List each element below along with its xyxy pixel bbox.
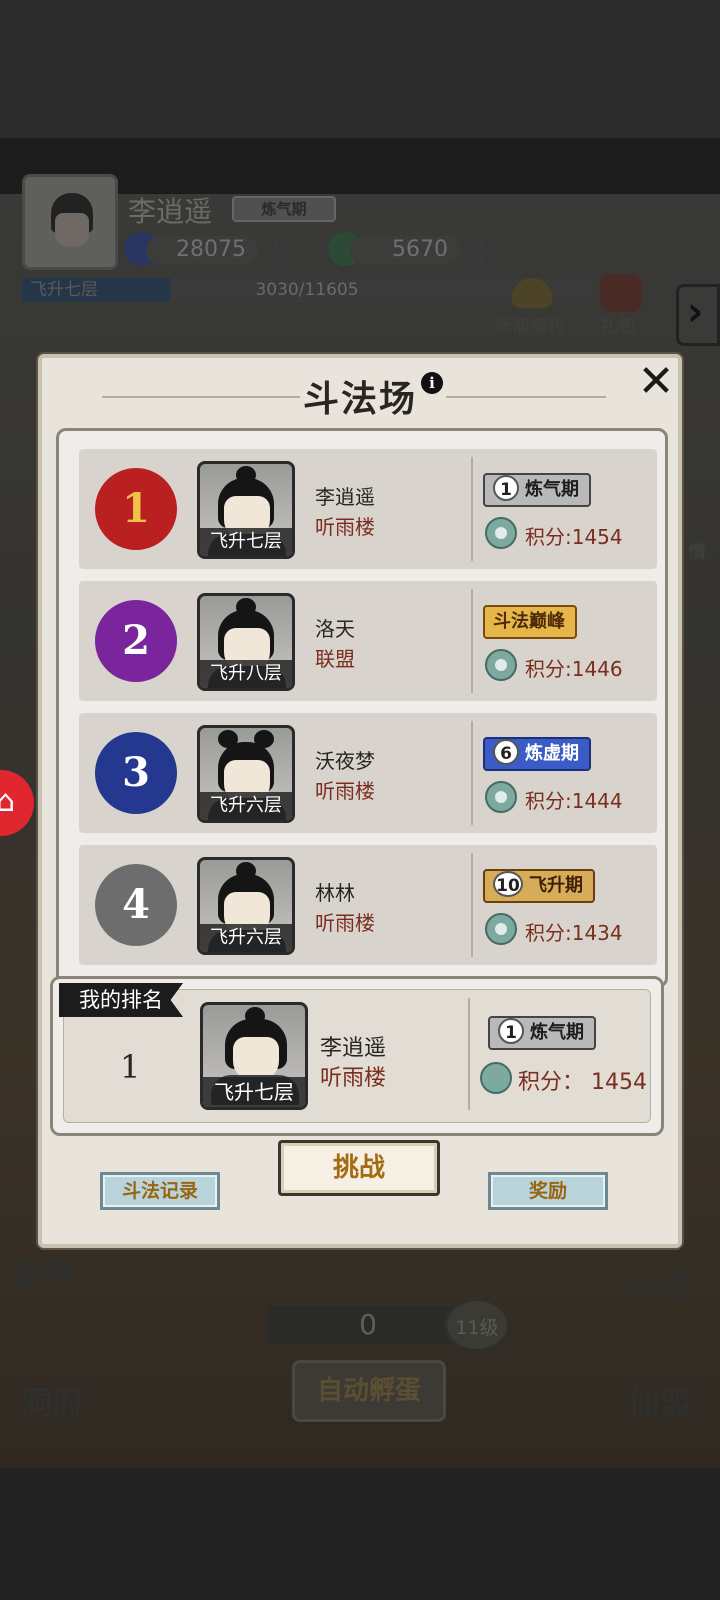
- my-avatar-layer: 飞升七层: [203, 1077, 305, 1107]
- player-name: 洛天: [315, 617, 355, 641]
- player-name: 李逍遥: [128, 195, 213, 228]
- player-name: 林林: [315, 881, 355, 905]
- guild-name: 听雨楼: [315, 515, 375, 539]
- cave-label[interactable]: 洞府: [20, 1378, 84, 1424]
- player-avatar[interactable]: [22, 174, 118, 270]
- guild-name: 听雨楼: [315, 911, 375, 935]
- player-name: 沃夜梦: [315, 749, 375, 773]
- auto-hatch-button[interactable]: 自动孵蛋: [292, 1360, 446, 1422]
- dialog-title: 斗法场: [302, 379, 417, 420]
- score: 积分:1434: [525, 921, 623, 945]
- challenge-button[interactable]: 挑战: [278, 1140, 440, 1196]
- my-avatar[interactable]: 飞升七层: [200, 1002, 308, 1110]
- score-icon: [485, 781, 517, 813]
- gem-count: 28075: [146, 236, 258, 264]
- my-name: 李逍遥: [320, 1036, 387, 1061]
- score: 积分:1444: [525, 789, 623, 813]
- secret-realm-label[interactable]: 秘境: [12, 1248, 76, 1294]
- avatar-layer: 飞升七层: [200, 528, 292, 556]
- newbie-gift-label: 新服福利: [496, 317, 564, 337]
- home-icon: ⌂: [0, 784, 16, 819]
- alliance-label[interactable]: 仙盟: [628, 1378, 692, 1424]
- my-row-divider: [468, 998, 470, 1110]
- gift-bag-icon: [600, 274, 642, 312]
- gift-pack-button[interactable]: 礼包: [592, 272, 652, 337]
- my-score: 积分： 1454: [518, 1070, 647, 1095]
- guild-name: 听雨楼: [315, 779, 375, 803]
- my-realm-level: 1: [498, 1018, 524, 1044]
- guild-name: 联盟: [315, 647, 355, 671]
- avatar[interactable]: 飞升六层: [197, 857, 295, 955]
- avatar-layer: 飞升六层: [200, 792, 292, 820]
- egg-counter: 0: [268, 1306, 468, 1344]
- row-divider: [471, 457, 473, 561]
- chat-side-label[interactable]: 情: [688, 538, 706, 564]
- newbie-gift-button[interactable]: 新服福利: [496, 276, 566, 337]
- status-area: [0, 0, 720, 138]
- realm-label: 炼虚期: [525, 743, 579, 764]
- realm-label: 飞升期: [529, 875, 583, 896]
- my-rank-number: 1: [120, 1048, 141, 1086]
- rank-badge: 2: [95, 600, 177, 682]
- my-score-icon: [480, 1062, 512, 1094]
- avatar-layer: 飞升六层: [200, 924, 292, 952]
- egg-level-badge: 11级: [444, 1298, 510, 1352]
- score: 积分:1454: [525, 525, 623, 549]
- realm-level: 6: [493, 739, 519, 765]
- realm-badge: 6 炼虚期: [483, 737, 591, 773]
- avatar[interactable]: 飞升七层: [197, 461, 295, 559]
- dialog-header: 斗法场 i ✕: [42, 358, 678, 422]
- player-realm-label: 炼气期: [261, 200, 307, 218]
- player-name: 李逍遥: [315, 485, 375, 509]
- rank-badge: 3: [95, 732, 177, 814]
- arena-dialog: 斗法场 i ✕ 1 飞升七层 李逍遥 听雨楼 1 炼气期 积分:1454 2 飞…: [38, 354, 682, 1248]
- my-guild: 听雨楼: [320, 1066, 387, 1091]
- row-divider: [471, 721, 473, 825]
- realm-badge: 斗法巅峰: [483, 605, 577, 641]
- rank-badge: 1: [95, 468, 177, 550]
- add-jade-button[interactable]: +: [466, 230, 496, 271]
- jade-count: 5670: [350, 236, 460, 264]
- duel-records-button[interactable]: 斗法记录: [100, 1172, 220, 1210]
- score-icon: [485, 649, 517, 681]
- ranking-row[interactable]: 4 飞升六层 林林 听雨楼 10 飞升期 积分:1434: [79, 845, 657, 965]
- player-realm-badge: 炼气期: [232, 196, 336, 222]
- close-button[interactable]: ✕: [634, 360, 678, 404]
- score-icon: [485, 913, 517, 945]
- realm-level: 10: [493, 871, 523, 897]
- realm-label: 炼气期: [525, 479, 579, 500]
- my-ranking-panel: 1 飞升七层 李逍遥 听雨楼 1 炼气期 积分： 1454 我的排名: [50, 976, 664, 1136]
- ranking-row[interactable]: 2 飞升八层 洛天 联盟 斗法巅峰 积分:1446: [79, 581, 657, 701]
- realm-level: 1: [493, 475, 519, 501]
- ranking-row[interactable]: 3 飞升六层 沃夜梦 听雨楼 6 炼虚期 积分:1444: [79, 713, 657, 833]
- my-realm-badge: 1 炼气期: [488, 1016, 596, 1050]
- my-ranking-label: 我的排名: [59, 983, 183, 1017]
- rewards-button[interactable]: 奖励: [488, 1172, 608, 1210]
- score: 积分:1446: [525, 657, 623, 681]
- avatar-layer: 飞升八层: [200, 660, 292, 688]
- realm-badge: 10 飞升期: [483, 869, 595, 905]
- row-divider: [471, 589, 473, 693]
- gift-pack-label: 礼包: [600, 316, 636, 337]
- info-icon[interactable]: i: [421, 372, 443, 394]
- score-icon: [485, 517, 517, 549]
- gold-ingot-icon: [512, 278, 552, 308]
- ranking-row[interactable]: 1 飞升七层 李逍遥 听雨楼 1 炼气期 积分:1454: [79, 449, 657, 569]
- avatar[interactable]: 飞升六层: [197, 725, 295, 823]
- close-icon: ✕: [637, 356, 675, 407]
- add-gems-button[interactable]: +: [262, 230, 292, 271]
- rank-badge: 4: [95, 864, 177, 946]
- my-realm-label: 炼气期: [530, 1022, 584, 1043]
- row-divider: [471, 853, 473, 957]
- realm-label: 斗法巅峰: [493, 611, 565, 632]
- ranking-list[interactable]: 1 飞升七层 李逍遥 听雨楼 1 炼气期 积分:1454 2 飞升八层 洛天 联盟: [56, 428, 668, 988]
- expand-arrow-button[interactable]: ›: [676, 284, 720, 346]
- avatar[interactable]: 飞升八层: [197, 593, 295, 691]
- chevron-right-icon: ›: [687, 289, 704, 335]
- bottom-area: [0, 1468, 720, 1600]
- duel-label[interactable]: 斗法: [624, 1262, 688, 1308]
- realm-badge: 1 炼气期: [483, 473, 591, 509]
